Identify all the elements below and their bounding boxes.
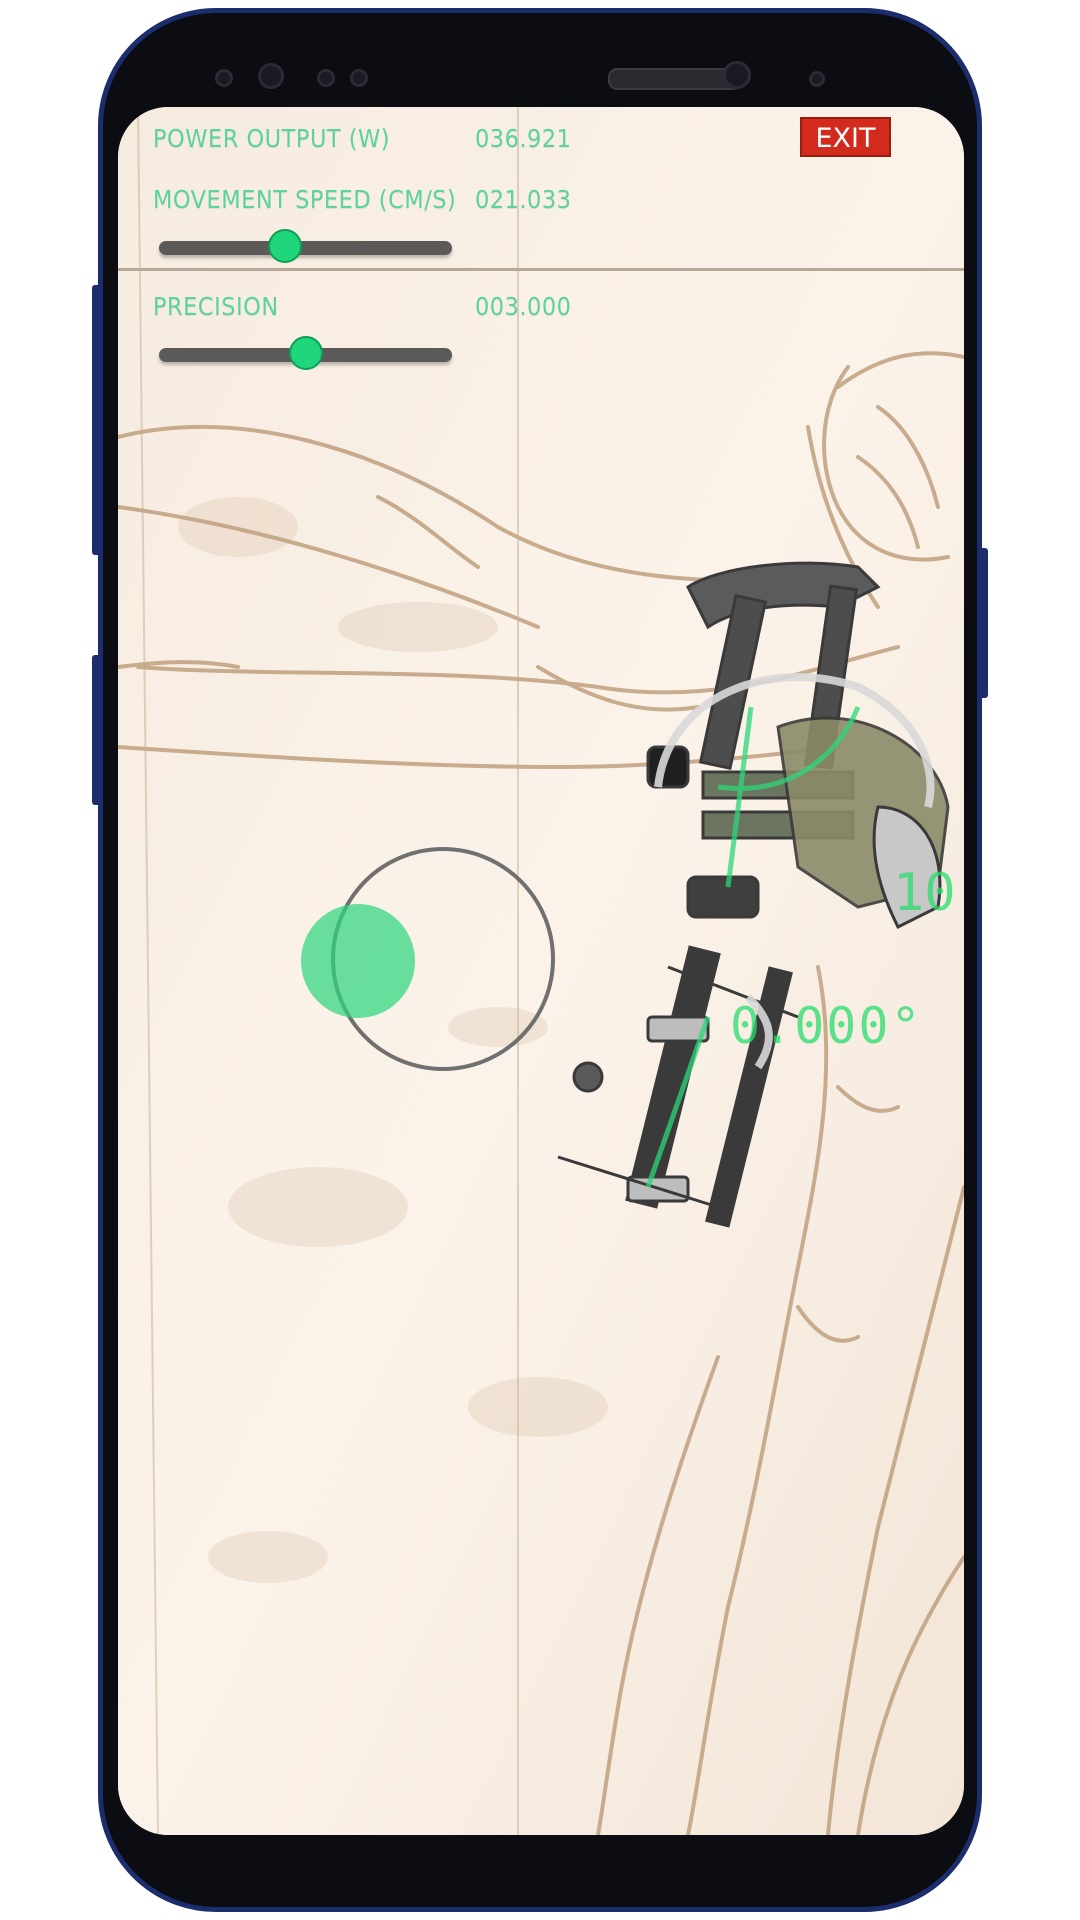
power-output-label: POWER OUTPUT (W)	[153, 124, 391, 153]
movement-speed-slider-thumb[interactable]	[267, 229, 302, 263]
movement-speed-value: 021.033	[475, 185, 572, 214]
movement-speed-label: MOVEMENT SPEED (CM/S)	[153, 185, 457, 214]
volume-button	[92, 655, 101, 805]
precision-slider[interactable]	[159, 336, 452, 370]
sensor-icon	[317, 69, 335, 87]
hud-divider	[118, 268, 964, 271]
precision-value: 003.000	[475, 292, 572, 321]
earpiece-speaker	[608, 68, 742, 90]
precision-slider-thumb[interactable]	[288, 336, 323, 370]
joint-angle-readout: 0.000°	[730, 997, 923, 1055]
exit-button[interactable]: EXIT	[800, 117, 891, 157]
sensor-icon	[258, 63, 284, 89]
precision-label: PRECISION	[153, 292, 279, 321]
bixby-button	[92, 285, 101, 555]
movement-speed-slider[interactable]	[159, 229, 452, 263]
power-output-value: 036.921	[475, 124, 572, 153]
joystick-knob[interactable]	[301, 904, 415, 1018]
sensor-icon	[350, 69, 368, 87]
sensor-icon	[215, 69, 233, 87]
power-button	[979, 548, 988, 698]
joint-angle-readout-secondary: 10	[893, 863, 956, 923]
exoskeleton-arm-model[interactable]	[538, 547, 964, 1307]
front-camera	[723, 61, 751, 89]
sensor-icon	[809, 71, 825, 87]
app-screen: POWER OUTPUT (W) 036.921 MOVEMENT SPEED …	[118, 107, 964, 1835]
